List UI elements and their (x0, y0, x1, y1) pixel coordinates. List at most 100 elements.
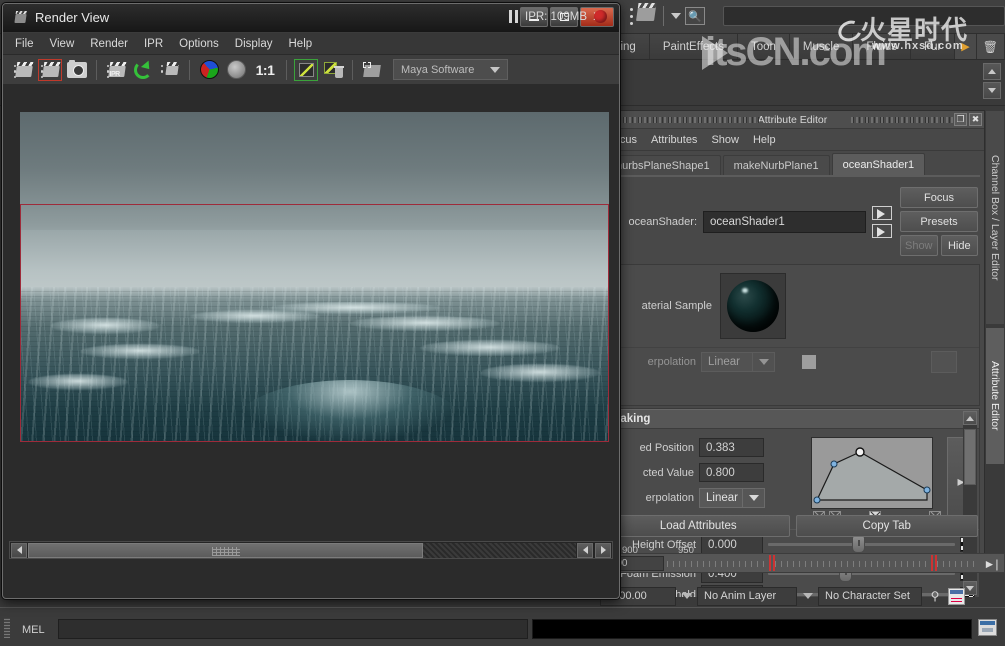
keyframe-marker[interactable] (931, 555, 933, 571)
input-connection-icon[interactable] (872, 206, 892, 220)
shelf-tab-painteffects[interactable]: PaintEffects (650, 34, 738, 59)
shelf-scroll-buttons[interactable] (983, 63, 1001, 101)
output-connection-icon[interactable] (872, 224, 892, 238)
menu-help[interactable]: Help (753, 134, 776, 146)
selected-value-input[interactable]: 0.800 (699, 463, 764, 482)
chevron-down-icon[interactable] (679, 587, 694, 606)
ramp-curve-widget[interactable] (811, 437, 933, 509)
render-region-icon[interactable] (158, 59, 182, 81)
chevron-down-icon[interactable] (671, 13, 681, 19)
caret-left-icon-right[interactable] (577, 543, 593, 558)
side-tab-attribute-editor[interactable]: Attribute Editor (985, 327, 1005, 465)
menu-attributes[interactable]: Attributes (651, 134, 697, 146)
anim-layer-field[interactable]: No Anim Layer (697, 587, 797, 606)
clipped-combo[interactable]: Linear (701, 352, 775, 372)
search-icon[interactable]: 🔍 (685, 7, 705, 25)
command-line: MEL (0, 607, 1005, 646)
display-render-settings-icon[interactable] (360, 59, 384, 81)
menu-help[interactable]: Help (289, 38, 313, 50)
skip-to-end-icon[interactable]: ►| (980, 556, 1002, 572)
alpha-channel-icon[interactable] (224, 59, 248, 81)
keyframe-marker[interactable] (769, 555, 771, 571)
hide-button[interactable]: Hide (941, 235, 979, 256)
interpolation-combo[interactable]: Linear (699, 488, 765, 508)
snapshot-icon[interactable] (65, 59, 89, 81)
divider (286, 60, 287, 80)
render-view-title: Render View (35, 10, 109, 25)
material-sample-swatch[interactable] (720, 273, 786, 339)
menu-render[interactable]: Render (90, 38, 128, 50)
shelf-tab-next-icon[interactable]: ▶ (955, 34, 976, 59)
tab-makenurbplane1[interactable]: makeNurbPlane1 (723, 155, 830, 175)
keep-image-icon[interactable] (294, 59, 318, 81)
shelf-tab-fur[interactable]: Fur (911, 34, 955, 59)
caret-up-icon[interactable] (983, 63, 1001, 80)
shelf-tab-fluids[interactable]: Fluids (853, 34, 911, 59)
copy-tab-button[interactable]: Copy Tab (796, 515, 979, 537)
height-offset-slider[interactable] (768, 543, 955, 546)
keyframe-marker[interactable] (773, 555, 775, 571)
tab-nurbsplaneshape1[interactable]: nurbsPlaneShape1 (605, 155, 721, 175)
rendered-ocean-image[interactable] (20, 112, 609, 442)
chevron-down-icon[interactable] (800, 587, 815, 606)
scrollbar-thumb[interactable] (28, 543, 423, 558)
animation-preferences-icon[interactable] (948, 588, 965, 605)
restore-window-icon[interactable]: ❐ (954, 113, 967, 126)
selected-position-input[interactable]: 0.383 (699, 438, 764, 457)
ipr-render-icon[interactable]: IPR (104, 59, 128, 81)
clipped-map-button[interactable] (931, 351, 957, 373)
redo-previous-render-icon[interactable] (38, 59, 62, 81)
menu-display[interactable]: Display (235, 38, 273, 50)
pause-icon[interactable] (509, 10, 518, 23)
tab-oceanshader1[interactable]: oceanShader1 (832, 153, 926, 175)
node-name-input[interactable]: oceanShader1 (703, 211, 866, 233)
caret-left-icon[interactable] (11, 543, 27, 558)
scrollbar-thumb[interactable] (964, 429, 976, 485)
one-to-one-zoom-icon[interactable]: 1:1 (251, 59, 279, 81)
render-view-canvas[interactable] (3, 85, 619, 563)
renderer-dropdown[interactable]: Maya Software (393, 59, 508, 80)
menu-show[interactable]: Show (711, 134, 739, 146)
side-tab-channel-box[interactable]: Channel Box / Layer Editor (985, 110, 1005, 325)
slider-handle[interactable] (852, 536, 865, 553)
search-input[interactable] (723, 6, 1005, 26)
mel-output-field[interactable] (532, 619, 972, 639)
focus-button[interactable]: Focus (900, 187, 978, 208)
refresh-ipr-image-icon[interactable] (131, 59, 155, 81)
drag-grip[interactable] (4, 618, 10, 638)
presets-button[interactable]: Presets (900, 211, 978, 232)
chevron-down-icon[interactable] (483, 60, 507, 79)
remove-image-icon[interactable] (321, 59, 345, 81)
clipped-swatch[interactable] (802, 355, 816, 369)
section-header-breaking[interactable]: eaking (606, 409, 979, 429)
show-button[interactable]: Show (900, 235, 938, 256)
mel-command-input[interactable] (58, 619, 528, 639)
scroll-up-icon[interactable] (963, 411, 977, 425)
caret-right-icon[interactable] (595, 543, 611, 558)
trash-icon[interactable]: 🗑 (977, 34, 1005, 59)
material-preview-sphere (727, 280, 779, 332)
time-slider[interactable]: 0.00 ►| (600, 553, 1005, 573)
character-set-field[interactable]: No Character Set (818, 587, 922, 606)
drag-grip[interactable] (609, 117, 759, 123)
keyframe-marker[interactable] (935, 555, 937, 571)
menu-file[interactable]: File (15, 38, 34, 50)
load-attributes-button[interactable]: Load Attributes (607, 515, 790, 537)
close-icon[interactable]: ✖ (969, 113, 982, 126)
clapper-icon[interactable] (630, 5, 656, 27)
scrollbar-track[interactable] (28, 543, 576, 558)
menu-options[interactable]: Options (179, 38, 219, 50)
rgb-channels-icon[interactable] (197, 59, 221, 81)
menu-ipr[interactable]: IPR (144, 38, 163, 50)
key-icon[interactable]: ⚲ (925, 588, 945, 604)
shelf-tab-muscle[interactable]: Muscle (790, 34, 853, 59)
caret-down-icon[interactable] (983, 82, 1001, 99)
record-dot-icon[interactable] (594, 10, 607, 23)
shelf-tab-toon[interactable]: Toon (738, 34, 790, 59)
render-view-horizontal-scrollbar[interactable] (9, 541, 613, 559)
menu-view[interactable]: View (50, 38, 75, 50)
render-current-frame-icon[interactable] (11, 59, 35, 81)
drag-grip[interactable] (851, 117, 961, 123)
window-icon[interactable] (978, 619, 997, 636)
attr-row-interpolation: erpolation Linear (606, 485, 811, 511)
